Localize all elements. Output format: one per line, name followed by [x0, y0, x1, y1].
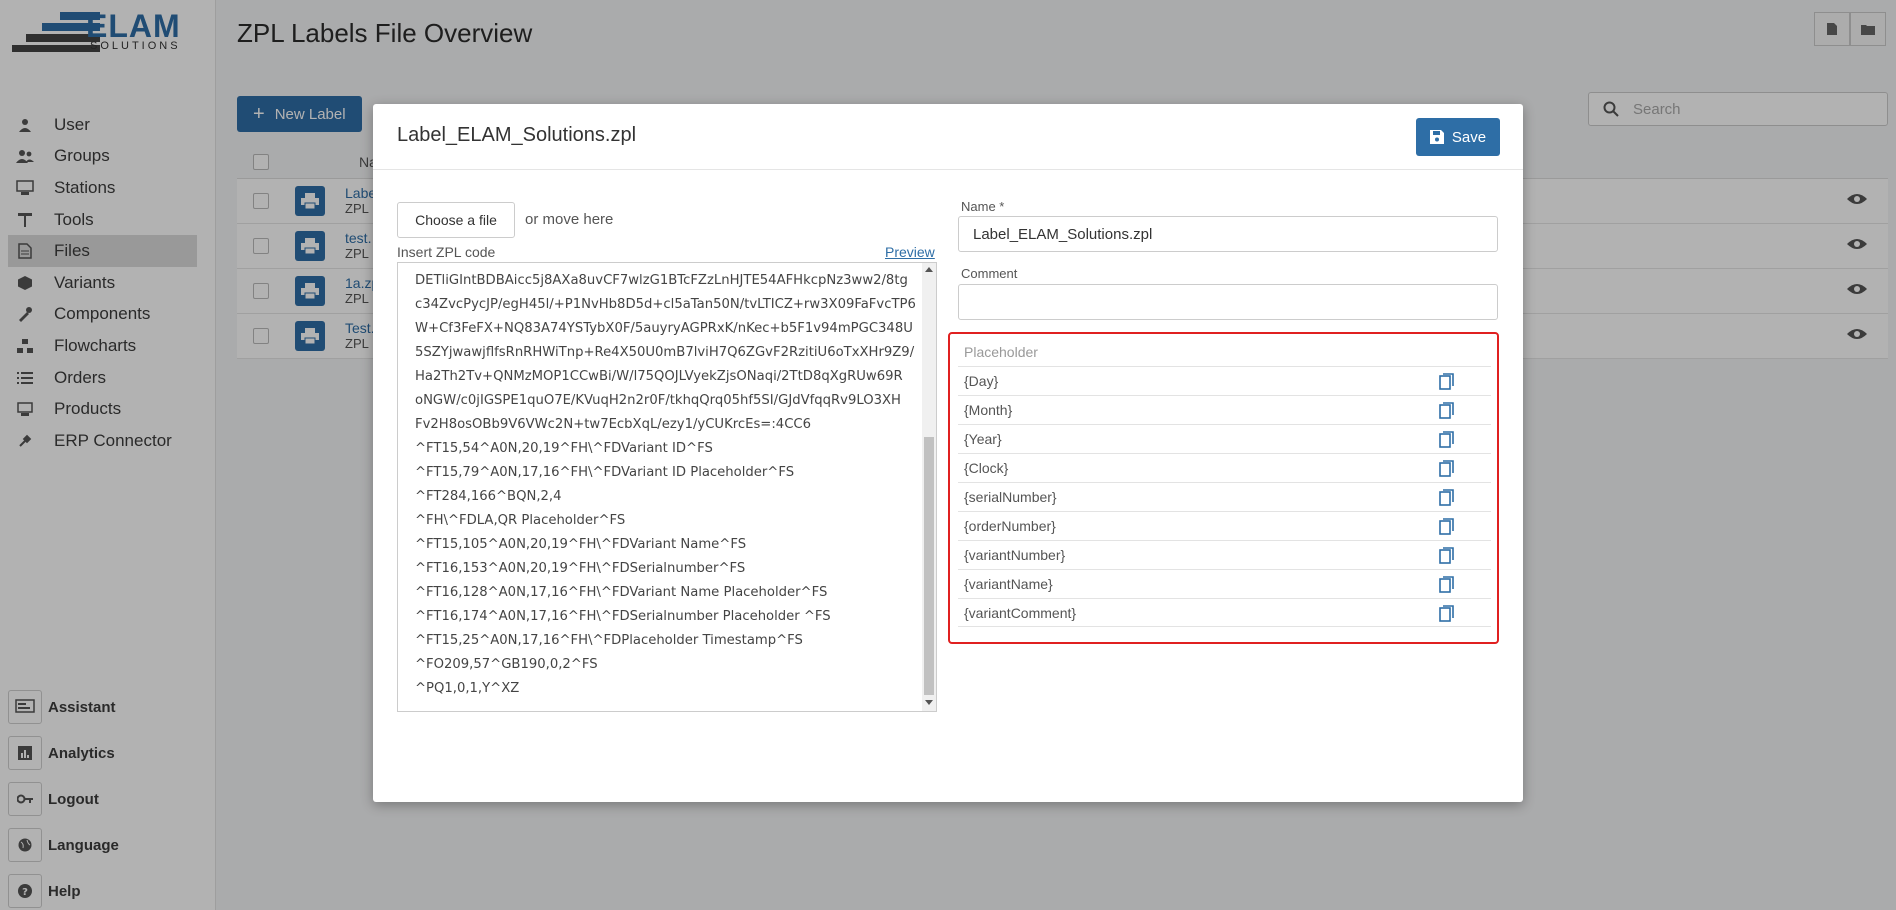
copy-icon[interactable]	[1439, 576, 1455, 593]
code-line: ^FO209,57^GB190,0,2^FS	[415, 657, 598, 672]
zpl-code-textarea[interactable]: DETliGIntBDBAicc5j8AXa8uvCF7wlzG1BTcFZzL…	[397, 262, 937, 712]
placeholder-name: {Month}	[964, 402, 1013, 418]
placeholder-row: {variantName}	[958, 569, 1491, 598]
code-line: ^PQ1,0,1,Y^XZ	[415, 681, 520, 696]
scroll-up-arrow-icon[interactable]	[925, 267, 933, 272]
choose-file-button[interactable]: Choose a file	[397, 202, 515, 238]
placeholder-row: {Month}	[958, 395, 1491, 424]
edit-label-modal: Label_ELAM_Solutions.zpl Save Choose a f…	[373, 104, 1523, 802]
copy-icon[interactable]	[1439, 460, 1455, 477]
placeholder-list-panel: Placeholder {Day} {Month} {Year} {Clock}…	[948, 332, 1499, 644]
name-field-label: Name *	[961, 199, 1005, 214]
code-line: ^FT15,25^A0N,17,16^FH\^FDPlaceholder Tim…	[415, 633, 803, 648]
placeholder-name: {variantName}	[964, 576, 1053, 592]
scroll-down-arrow-icon[interactable]	[925, 700, 933, 705]
placeholder-row: {variantComment}	[958, 598, 1491, 627]
placeholder-row: {variantNumber}	[958, 540, 1491, 569]
comment-field-label: Comment	[961, 266, 1018, 281]
code-line: ^FT15,79^A0N,17,16^FH\^FDVariant ID Plac…	[415, 465, 795, 480]
save-label: Save	[1451, 128, 1487, 146]
modal-header: Label_ELAM_Solutions.zpl Save	[373, 104, 1523, 170]
code-line: ^FH\^FDLA,QR Placeholder^FS	[415, 513, 626, 528]
placeholder-header: Placeholder	[964, 344, 1038, 360]
code-line: ^FT16,128^A0N,17,16^FH\^FDVariant Name P…	[415, 585, 828, 600]
placeholder-name: {serialNumber}	[964, 489, 1057, 505]
placeholder-name: {variantComment}	[964, 604, 1077, 621]
placeholder-name: {Day}	[964, 373, 999, 389]
copy-icon[interactable]	[1439, 373, 1455, 390]
code-line: ^FT15,54^A0N,20,19^FH\^FDVariant ID^FS	[415, 441, 713, 456]
code-line: 5SZYjwawjflfsRnRHWiTnp+Re4X50U0mB7lviH7Q…	[415, 345, 915, 360]
zpl-code-label: Insert ZPL code	[397, 244, 496, 260]
placeholder-name: {variantNumber}	[964, 547, 1066, 563]
placeholder-row: {Year}	[958, 424, 1491, 453]
comment-field[interactable]	[958, 284, 1498, 320]
code-line: ^FT284,166^BQN,2,4	[415, 489, 562, 504]
code-line: oNGW/c0jIGSPE1quO7E/KVuqH2n2r0F/tkhqQrq0…	[415, 393, 901, 408]
copy-icon[interactable]	[1439, 518, 1455, 535]
placeholder-name: {orderNumber}	[964, 518, 1056, 534]
placeholder-name: {Clock}	[964, 460, 1009, 476]
code-line: ^FT15,105^A0N,20,19^FH\^FDVariant Name^F…	[415, 537, 747, 552]
code-line: Ha2Th2Tv+QNMzMOP1CCwBi/W/l75QOJLVyekZjsO…	[415, 369, 903, 384]
code-scrollbar[interactable]	[922, 263, 936, 711]
placeholder-row: {serialNumber}	[958, 482, 1491, 511]
preview-link[interactable]: Preview	[885, 244, 935, 260]
code-line: ^FT16,153^A0N,20,19^FH\^FDSerialnumber^F…	[415, 561, 746, 576]
name-field[interactable]: Label_ELAM_Solutions.zpl	[958, 216, 1498, 252]
copy-icon[interactable]	[1439, 431, 1455, 448]
code-line: DETliGIntBDBAicc5j8AXa8uvCF7wlzG1BTcFZzL…	[415, 273, 908, 288]
name-field-value: Label_ELAM_Solutions.zpl	[973, 225, 1153, 243]
copy-icon[interactable]	[1439, 489, 1455, 506]
copy-icon[interactable]	[1439, 402, 1455, 419]
code-line: c34ZvcPycJP/egH45l/+P1NvHb8D5d+cl5aTan50…	[415, 297, 915, 312]
modal-title: Label_ELAM_Solutions.zpl	[397, 124, 637, 146]
code-line: ^FT16,174^A0N,17,16^FH\^FDSerialnumber P…	[415, 609, 831, 624]
scroll-thumb[interactable]	[924, 437, 934, 695]
placeholder-list: {Day} {Month} {Year} {Clock} {serialNumb…	[958, 366, 1491, 627]
copy-icon[interactable]	[1439, 547, 1455, 564]
placeholder-row: {Clock}	[958, 453, 1491, 482]
code-line: Fv2H8osOBb9V6VWc2N+tw7EcbXqL/ezy1/yCUKrc…	[415, 417, 811, 432]
placeholder-row: {orderNumber}	[958, 511, 1491, 540]
zpl-code-content: DETliGIntBDBAicc5j8AXa8uvCF7wlzG1BTcFZzL…	[415, 269, 915, 701]
placeholder-name: {Year}	[964, 431, 1002, 447]
copy-icon[interactable]	[1439, 605, 1455, 622]
code-line: W+Cf3FeFX+NQ83A74YSTybX0F/5auyryAGPRxK/n…	[415, 321, 913, 336]
floppy-disk-icon	[1429, 130, 1444, 144]
placeholder-row: {Day}	[958, 366, 1491, 395]
save-button[interactable]: Save	[1416, 118, 1500, 156]
drop-zone-hint: or move here	[525, 211, 614, 228]
